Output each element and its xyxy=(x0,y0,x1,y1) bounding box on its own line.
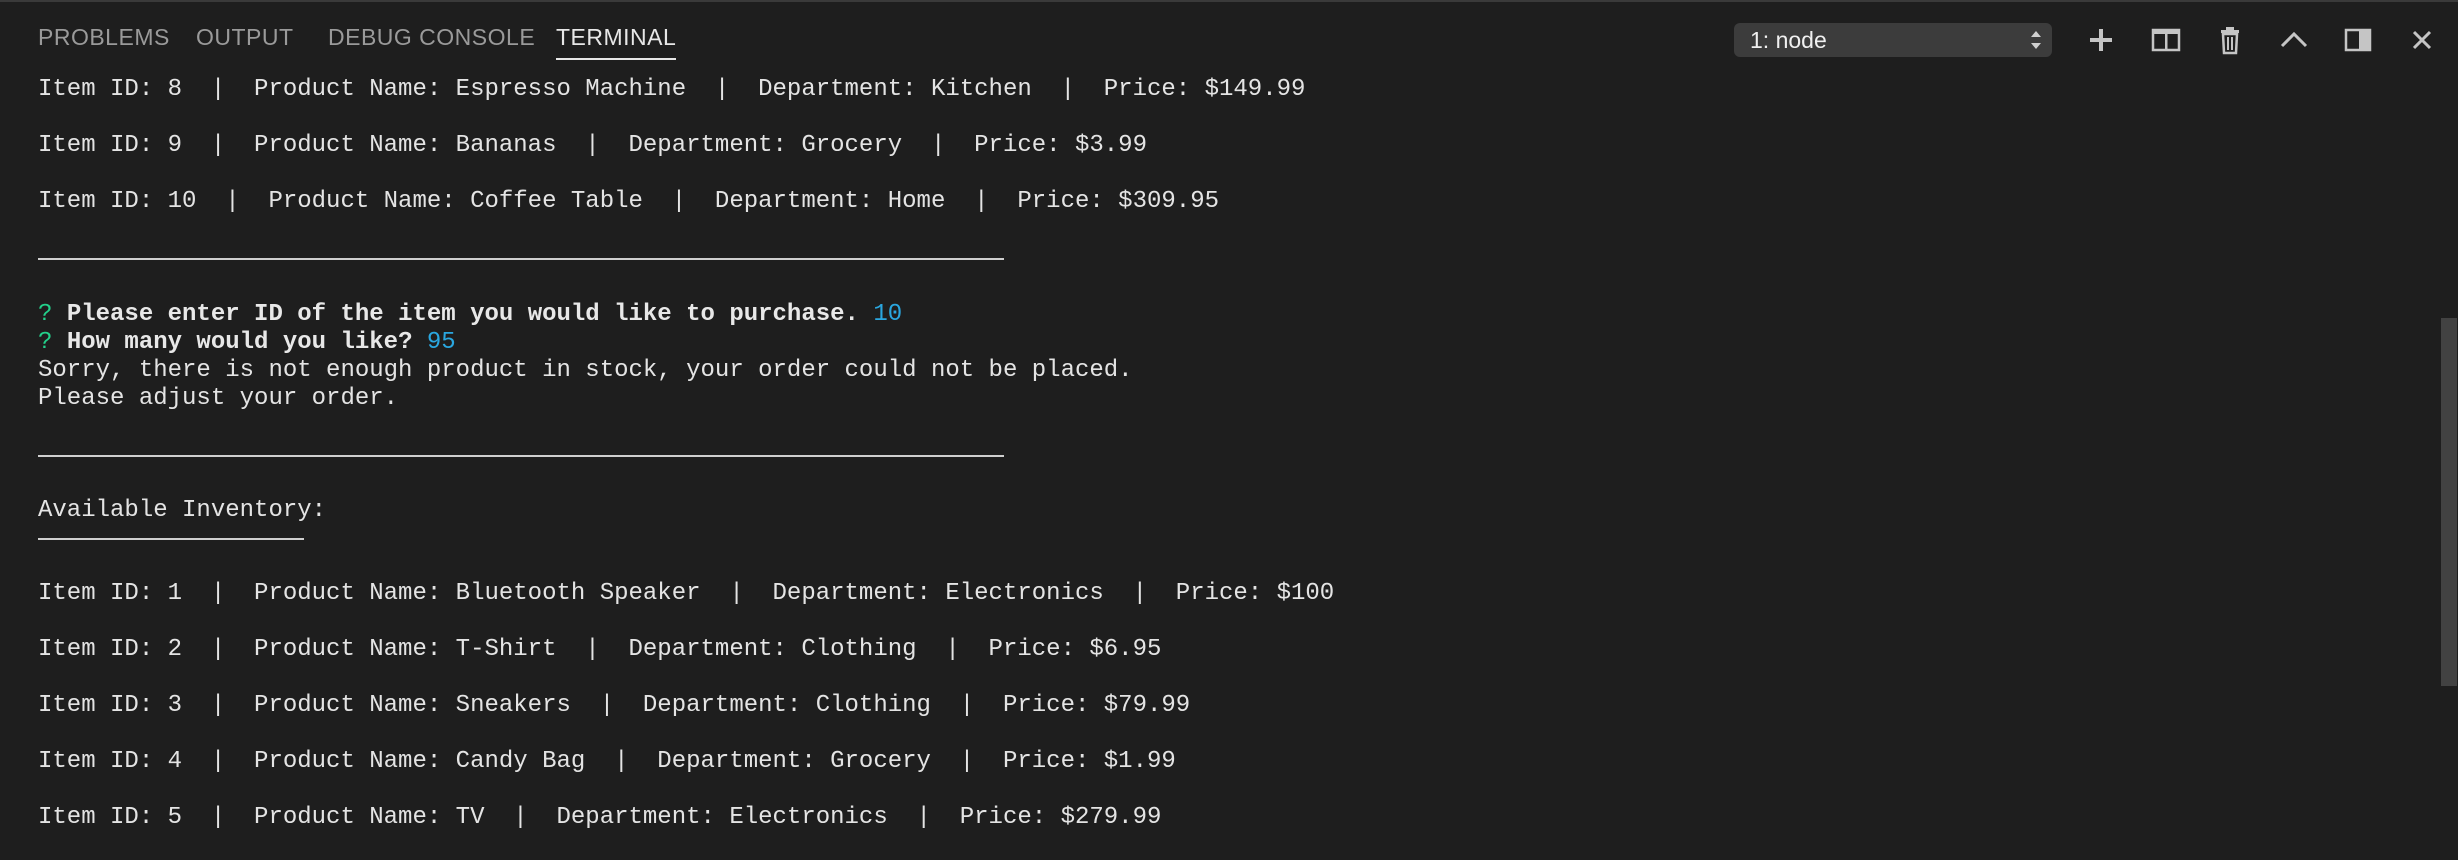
plus-icon[interactable] xyxy=(2083,22,2119,58)
chevron-up-icon[interactable] xyxy=(2276,22,2312,58)
prompt-line: ? How many would you like? 95 xyxy=(38,329,456,357)
prompt-line: ? Please enter ID of the item you would … xyxy=(38,301,902,329)
terminal-line: Item ID: 3 | Product Name: Sneakers | De… xyxy=(38,692,1191,719)
tab-debug-console[interactable]: DEBUG CONSOLE xyxy=(328,24,535,51)
panel-layout-icon[interactable] xyxy=(2340,22,2376,58)
close-icon[interactable] xyxy=(2404,22,2440,58)
terminal-line: Item ID: 5 | Product Name: TV | Departme… xyxy=(38,804,1162,831)
trash-icon[interactable] xyxy=(2212,22,2248,58)
terminal-select-value: 1: node xyxy=(1750,27,1827,53)
heading-underline xyxy=(38,538,304,540)
inventory-heading: Available Inventory: xyxy=(38,497,327,524)
terminal-select[interactable]: 1: node xyxy=(1734,23,2052,57)
prompt-mark: ? xyxy=(38,301,53,328)
prompt-answer: 10 xyxy=(873,301,903,328)
separator-line xyxy=(38,455,1004,457)
separator-line xyxy=(38,258,1004,260)
terminal-line: Item ID: 8 | Product Name: Espresso Mach… xyxy=(38,76,1306,103)
select-arrows-icon xyxy=(2031,31,2041,49)
error-message: Sorry, there is not enough product in st… xyxy=(38,357,1133,384)
terminal-line: Item ID: 2 | Product Name: T-Shirt | Dep… xyxy=(38,636,1162,663)
adjust-message: Please adjust your order. xyxy=(38,385,399,412)
prompt-question: How many would you like? xyxy=(66,329,413,356)
split-icon[interactable] xyxy=(2148,22,2184,58)
terminal-line: Item ID: 9 | Product Name: Bananas | Dep… xyxy=(38,132,1147,159)
prompt-question: Please enter ID of the item you would li… xyxy=(66,301,859,328)
terminal-line: Item ID: 4 | Product Name: Candy Bag | D… xyxy=(38,748,1176,775)
scrollbar-thumb[interactable] xyxy=(2441,318,2457,686)
prompt-answer: 95 xyxy=(426,329,456,356)
tab-problems[interactable]: PROBLEMS xyxy=(38,24,170,51)
tab-terminal[interactable]: TERMINAL xyxy=(556,24,677,60)
tab-output[interactable]: OUTPUT xyxy=(196,24,294,51)
terminal-line: Item ID: 10 | Product Name: Coffee Table… xyxy=(38,188,1219,215)
prompt-mark: ? xyxy=(38,329,53,356)
terminal-output[interactable]: Item ID: 8 | Product Name: Espresso Mach… xyxy=(0,76,2440,860)
terminal-line: Item ID: 1 | Product Name: Bluetooth Spe… xyxy=(38,580,1335,607)
panel-header: PROBLEMS OUTPUT DEBUG CONSOLE TERMINAL 1… xyxy=(0,0,2458,76)
